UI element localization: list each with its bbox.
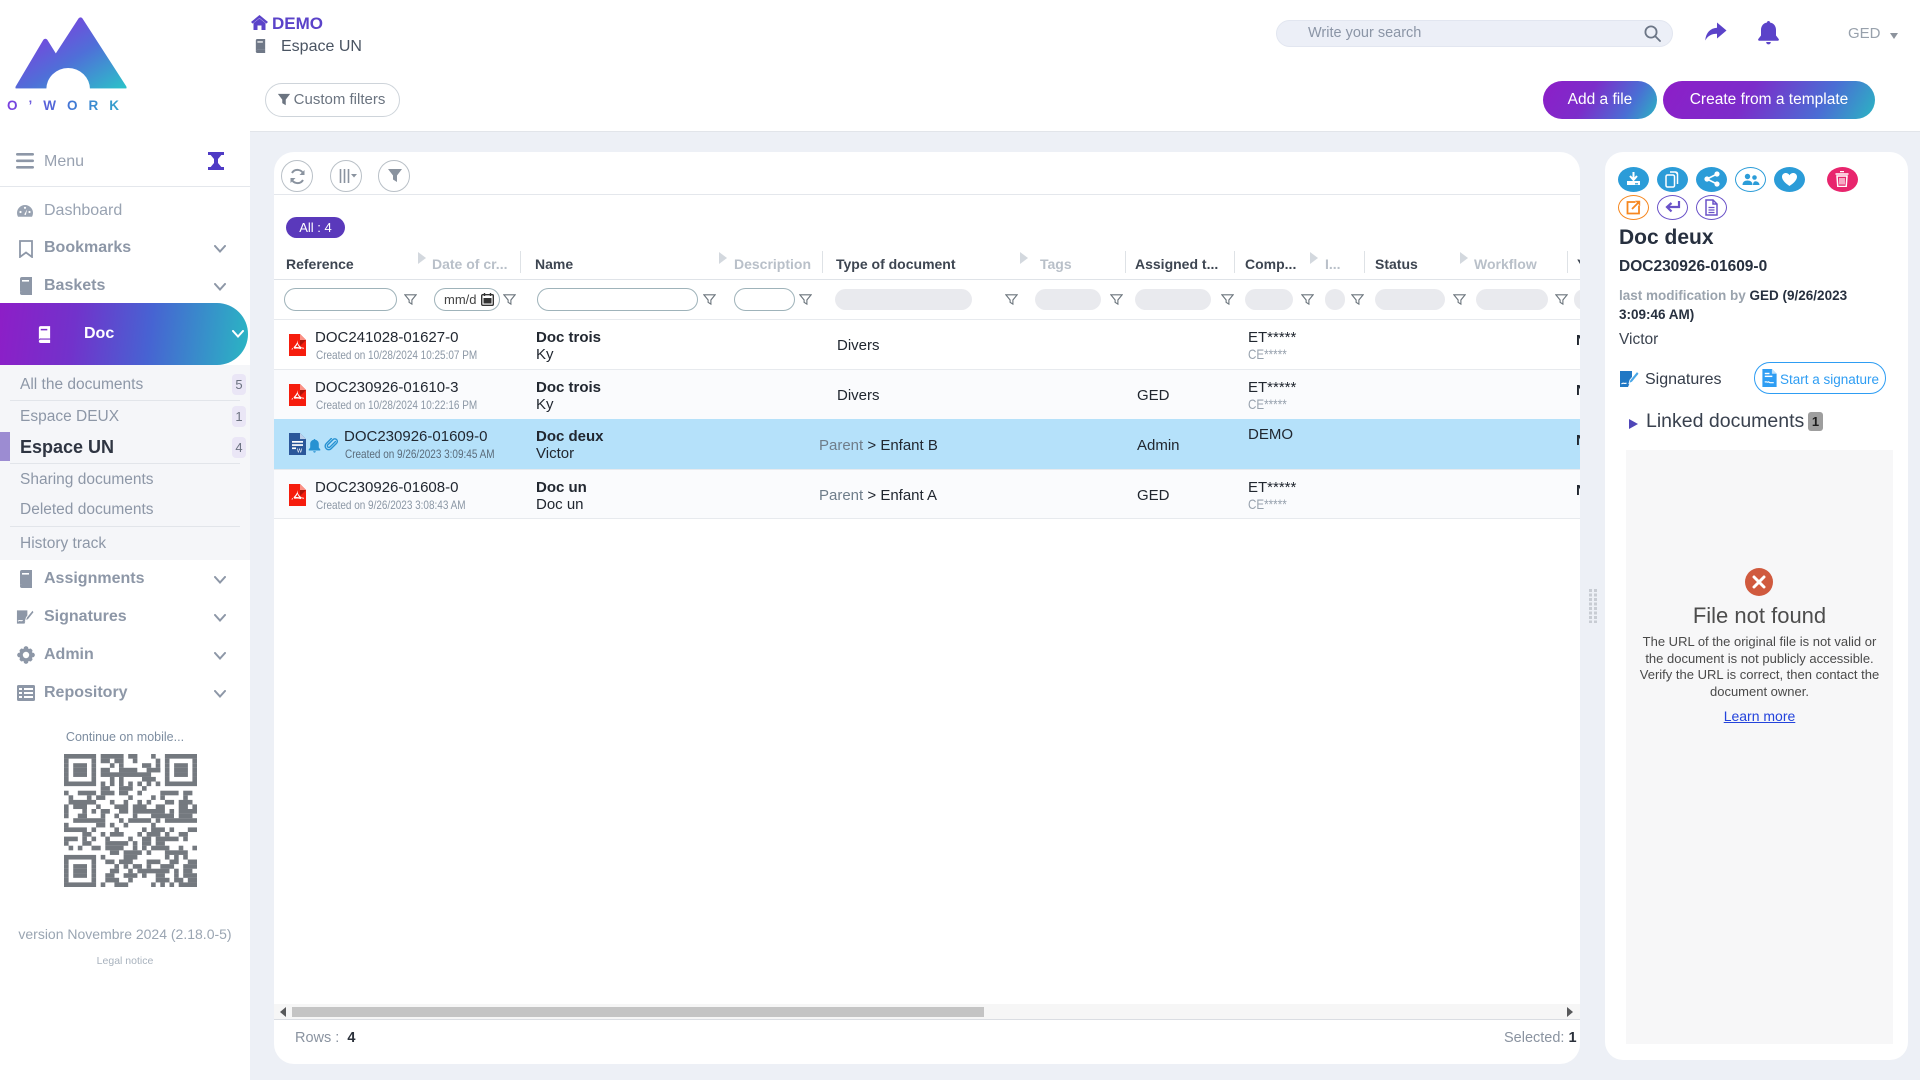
svg-text:w: w (296, 448, 303, 455)
